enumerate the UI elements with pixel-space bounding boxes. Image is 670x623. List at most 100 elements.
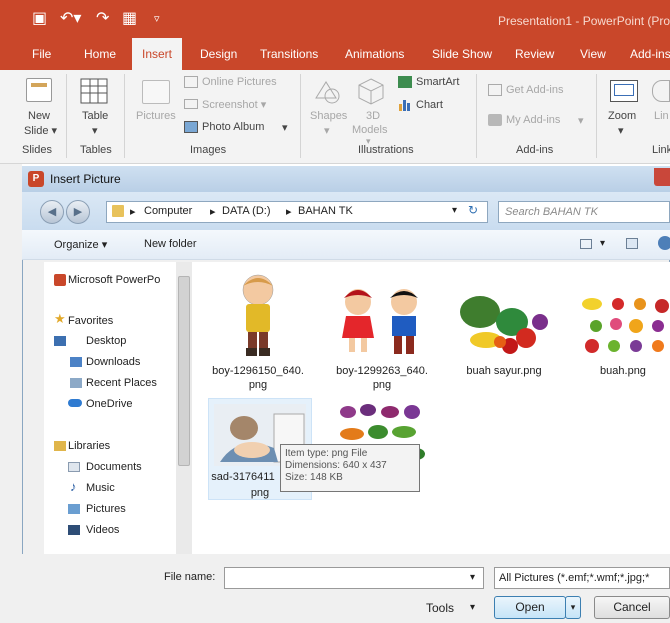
zoom-button[interactable]: Zoom xyxy=(608,110,636,122)
breadcrumb-data-drive[interactable]: DATA (D:) xyxy=(222,205,270,217)
file-name-label[interactable]: png xyxy=(330,378,434,392)
shapes-button[interactable]: Shapes xyxy=(310,110,347,122)
save-icon[interactable]: ▣ xyxy=(32,10,47,28)
shapes-icon[interactable] xyxy=(312,78,344,106)
table-dropdown[interactable]: ▾ xyxy=(92,124,98,137)
file-name-label[interactable]: sad-3176411 xyxy=(208,470,278,484)
breadcrumb-computer[interactable]: Computer xyxy=(144,205,192,217)
refresh-icon[interactable]: ↻ xyxy=(468,203,478,217)
file-name-label[interactable]: buah sayur.png xyxy=(452,364,556,378)
group-tables: Tables xyxy=(80,144,112,156)
nav-item-libraries[interactable]: Libraries xyxy=(68,440,110,452)
nav-item-documents[interactable]: Documents xyxy=(86,461,142,473)
online-pictures-button[interactable]: Online Pictures xyxy=(202,76,277,88)
help-icon[interactable] xyxy=(658,236,670,250)
chart-button[interactable]: Chart xyxy=(416,99,443,111)
presentation-icon[interactable]: ▦ xyxy=(122,10,137,28)
new-slide-label[interactable]: New xyxy=(28,110,50,122)
dialog-toolbar xyxy=(22,230,670,260)
photo-album-icon[interactable] xyxy=(184,121,198,133)
get-add-ins-button[interactable]: Get Add-ins xyxy=(506,84,563,96)
tools-button[interactable]: Tools xyxy=(426,601,454,615)
forward-icon[interactable]: ▶ xyxy=(66,200,90,224)
3d-models-label-2[interactable]: Models xyxy=(352,124,387,136)
file-name-label[interactable]: buah.png xyxy=(576,364,670,378)
pictures-icon[interactable] xyxy=(142,80,170,104)
tab-transitions[interactable]: Transitions xyxy=(260,38,318,70)
my-add-ins-icon[interactable] xyxy=(488,114,502,126)
views-dropdown-icon[interactable]: ▾ xyxy=(600,238,605,249)
customize-qat-icon[interactable]: ▿ xyxy=(154,10,160,28)
tab-animations[interactable]: Animations xyxy=(345,38,404,70)
tab-insert[interactable]: Insert xyxy=(132,38,183,70)
zoom-icon[interactable] xyxy=(610,80,638,102)
back-icon[interactable]: ◀ xyxy=(40,200,64,224)
my-add-ins-dropdown[interactable]: ▾ xyxy=(578,114,584,127)
tab-file[interactable]: File xyxy=(32,38,51,70)
new-slide-icon[interactable] xyxy=(26,78,52,102)
nav-item-powerpoint[interactable]: Microsoft PowerPo xyxy=(68,274,174,286)
search-input[interactable]: Search BAHAN TK xyxy=(498,201,670,223)
3d-models-icon[interactable] xyxy=(356,76,386,106)
file-name-label[interactable]: boy-1299263_640. xyxy=(330,364,434,378)
file-name-input[interactable] xyxy=(224,567,484,589)
my-add-ins-button[interactable]: My Add-ins xyxy=(506,114,560,126)
photo-album-dropdown[interactable]: ▾ xyxy=(282,121,288,134)
pictures-button[interactable]: Pictures xyxy=(136,110,176,122)
tab-slide-show[interactable]: Slide Show xyxy=(432,38,492,70)
smartart-icon[interactable] xyxy=(398,76,412,88)
nav-item-favorites[interactable]: Favorites xyxy=(68,315,113,327)
nav-item-desktop[interactable]: Desktop xyxy=(86,335,126,347)
breadcrumb-bahan-tk[interactable]: BAHAN TK xyxy=(298,205,353,217)
nav-item-music[interactable]: Music xyxy=(86,482,115,494)
shapes-dropdown[interactable]: ▾ xyxy=(324,124,330,137)
cancel-button[interactable]: Cancel xyxy=(594,596,670,619)
close-icon[interactable] xyxy=(654,168,670,186)
file-thumbnail[interactable] xyxy=(578,292,670,358)
nav-scrollbar[interactable] xyxy=(176,262,192,554)
file-name-label[interactable]: png xyxy=(206,378,310,392)
undo-icon[interactable]: ↶▾ xyxy=(60,10,81,28)
tab-review[interactable]: Review xyxy=(515,38,554,70)
table-button[interactable]: Table xyxy=(82,110,108,122)
views-icon[interactable] xyxy=(580,239,592,249)
nav-item-videos[interactable]: Videos xyxy=(86,524,119,536)
chart-icon[interactable] xyxy=(398,98,412,112)
tab-add-ins[interactable]: Add-ins xyxy=(630,38,670,70)
screenshot-icon[interactable] xyxy=(184,99,198,109)
file-name-label[interactable]: boy-1296150_640. xyxy=(206,364,310,378)
smartart-button[interactable]: SmartArt xyxy=(416,76,459,88)
photo-album-button[interactable]: Photo Album xyxy=(202,121,264,133)
open-button[interactable]: Open xyxy=(494,596,566,619)
tab-design[interactable]: Design xyxy=(200,38,237,70)
tab-home[interactable]: Home xyxy=(84,38,116,70)
nav-item-downloads[interactable]: Downloads xyxy=(86,356,140,368)
address-dropdown-icon[interactable]: ▾ xyxy=(452,205,457,216)
zoom-dropdown[interactable]: ▾ xyxy=(618,124,624,137)
file-thumbnail[interactable] xyxy=(334,286,428,360)
nav-item-pictures[interactable]: Pictures xyxy=(86,503,126,515)
tab-view[interactable]: View xyxy=(580,38,606,70)
3d-models-label[interactable]: 3D xyxy=(366,110,380,122)
preview-pane-icon[interactable] xyxy=(626,238,638,249)
tools-dropdown-icon[interactable]: ▾ xyxy=(470,602,475,613)
tooltip-item-type: Item type: png File xyxy=(285,448,368,459)
nav-item-onedrive[interactable]: OneDrive xyxy=(86,398,132,410)
file-type-select[interactable]: All Pictures (*.emf;*.wmf;*.jpg;* xyxy=(494,567,670,589)
table-icon[interactable] xyxy=(80,78,108,104)
redo-icon[interactable]: ↷ xyxy=(96,10,109,28)
organize-button[interactable]: Organize ▾ xyxy=(54,238,107,251)
online-pictures-icon[interactable] xyxy=(184,76,198,88)
nav-item-recent-places[interactable]: Recent Places xyxy=(86,377,157,389)
open-dropdown-icon[interactable]: ▾ xyxy=(565,596,581,619)
store-icon[interactable] xyxy=(488,84,502,96)
new-slide-label-2[interactable]: Slide ▾ xyxy=(24,124,57,137)
file-thumbnail[interactable] xyxy=(234,268,282,360)
link-button[interactable]: Lin xyxy=(654,110,669,122)
group-add-ins: Add-ins xyxy=(516,144,554,156)
new-folder-button[interactable]: New folder xyxy=(144,238,197,250)
link-icon[interactable] xyxy=(652,80,670,102)
screenshot-button[interactable]: Screenshot ▾ xyxy=(202,98,266,111)
file-name-dropdown-icon[interactable]: ▾ xyxy=(470,572,475,583)
file-thumbnail[interactable] xyxy=(456,292,552,358)
